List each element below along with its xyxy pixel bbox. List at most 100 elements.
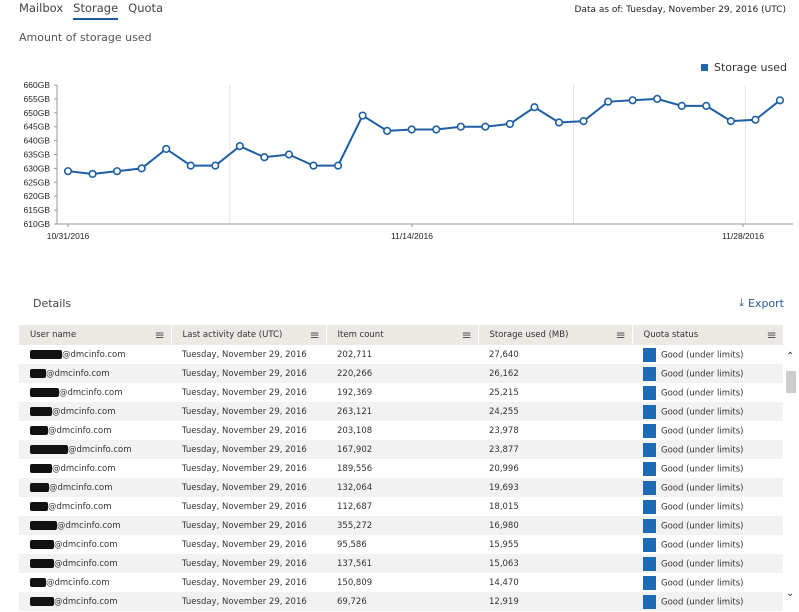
- cell-user-name: @dmcinfo.com: [19, 478, 171, 497]
- table-scrollbar[interactable]: ⌃ ⌄: [784, 345, 797, 612]
- table-row[interactable]: @dmcinfo.com Tuesday, November 29, 2016 26…: [19, 402, 783, 421]
- cell-last-activity: Tuesday, November 29, 2016: [171, 421, 326, 440]
- table-row[interactable]: @dmcinfo.com Tuesday, November 29, 2016 35…: [19, 516, 783, 535]
- tab-mailbox[interactable]: Mailbox: [19, 1, 63, 20]
- quota-status-indicator: [643, 347, 656, 362]
- cell-last-activity: Tuesday, November 29, 2016: [171, 383, 326, 402]
- chart-legend: Storage used: [701, 61, 787, 74]
- table-row[interactable]: @dmcinfo.com Tuesday, November 29, 2016 95…: [19, 535, 783, 554]
- scroll-down-icon[interactable]: ⌄: [786, 588, 794, 599]
- data-point: [677, 101, 686, 110]
- cell-user-name: @dmcinfo.com: [19, 421, 171, 440]
- tab-storage[interactable]: Storage: [73, 1, 119, 20]
- column-menu-icon[interactable]: ≡: [615, 328, 625, 342]
- cell-storage-used: 27,640: [478, 345, 632, 364]
- quota-status-label: Good (under limits): [661, 483, 744, 493]
- column-header-user-name[interactable]: User name ≡: [19, 325, 172, 345]
- table-row[interactable]: @dmcinfo.com Tuesday, November 29, 2016 13…: [19, 478, 783, 497]
- table-row[interactable]: @dmcinfo.com Tuesday, November 29, 2016 11…: [19, 497, 783, 516]
- cell-item-count: 137,561: [326, 554, 478, 573]
- data-point: [309, 161, 318, 170]
- cell-storage-used: 19,693: [478, 478, 632, 497]
- quota-status-indicator: [643, 518, 656, 533]
- export-button[interactable]: ⤓ Export: [739, 296, 784, 310]
- redacted-username: [30, 444, 68, 454]
- x-tick-label: 10/31/2016: [47, 231, 90, 241]
- column-label: User name: [30, 330, 77, 340]
- column-menu-icon[interactable]: ≡: [309, 328, 319, 342]
- table-header-row: User name ≡ Last activity date (UTC) ≡ Ite…: [19, 325, 784, 345]
- data-point: [481, 122, 490, 131]
- cell-storage-used: 23,978: [478, 421, 632, 440]
- cell-item-count: 95,586: [326, 535, 478, 554]
- table-row[interactable]: @dmcinfo.com Tuesday, November 29, 2016 20…: [19, 345, 783, 364]
- cell-user-name: @dmcinfo.com: [19, 554, 171, 573]
- redacted-username: [30, 577, 46, 587]
- cell-last-activity: Tuesday, November 29, 2016: [171, 592, 326, 611]
- cell-storage-used: 23,877: [478, 440, 632, 459]
- redacted-username: [30, 482, 49, 492]
- tab-quota[interactable]: Quota: [128, 1, 163, 20]
- cell-item-count: 263,121: [326, 402, 478, 421]
- cell-quota-status: Good (under limits): [632, 402, 783, 421]
- cell-user-name: @dmcinfo.com: [19, 535, 171, 554]
- scrollbar-thumb[interactable]: [786, 371, 796, 393]
- cell-user-name: @dmcinfo.com: [19, 573, 171, 592]
- cell-last-activity: Tuesday, November 29, 2016: [171, 516, 326, 535]
- table-row[interactable]: @dmcinfo.com Tuesday, November 29, 2016 15…: [19, 573, 783, 592]
- redacted-username: [30, 501, 48, 511]
- cell-quota-status: Good (under limits): [632, 345, 783, 364]
- table-row[interactable]: @dmcinfo.com Tuesday, November 29, 2016 16…: [19, 440, 783, 459]
- user-domain: @dmcinfo.com: [48, 425, 112, 436]
- cell-storage-used: 24,255: [478, 402, 632, 421]
- table-row[interactable]: @dmcinfo.com Tuesday, November 29, 2016 22…: [19, 364, 783, 383]
- table-row[interactable]: @dmcinfo.com Tuesday, November 29, 2016 19…: [19, 383, 783, 402]
- cell-quota-status: Good (under limits): [632, 421, 783, 440]
- table-row[interactable]: @dmcinfo.com Tuesday, November 29, 2016 69…: [19, 592, 783, 611]
- redacted-username: [30, 349, 62, 359]
- quota-status-indicator: [643, 575, 656, 590]
- data-point: [653, 94, 662, 104]
- cell-quota-status: Good (under limits): [632, 440, 783, 459]
- legend-label: Storage used: [714, 61, 787, 74]
- y-tick-label: 610GB: [24, 219, 51, 229]
- table-row[interactable]: @dmcinfo.com Tuesday, November 29, 2016 18…: [19, 459, 783, 478]
- data-point: [211, 161, 220, 170]
- column-menu-icon[interactable]: ≡: [461, 328, 471, 342]
- column-menu-icon[interactable]: ≡: [766, 328, 776, 342]
- column-header-item-count[interactable]: Item count ≡: [326, 325, 479, 345]
- cell-storage-used: 14,470: [478, 573, 632, 592]
- cell-last-activity: Tuesday, November 29, 2016: [171, 364, 326, 383]
- data-point: [162, 144, 171, 154]
- quota-status-label: Good (under limits): [661, 521, 744, 531]
- table-row[interactable]: @dmcinfo.com Tuesday, November 29, 2016 20…: [19, 421, 783, 440]
- user-domain: @dmcinfo.com: [49, 482, 113, 493]
- cell-quota-status: Good (under limits): [632, 459, 783, 478]
- user-domain: @dmcinfo.com: [57, 520, 121, 531]
- column-header-quota-status[interactable]: Quota status ≡: [632, 325, 784, 345]
- storage-line-chart: 610GB 615GB 620GB 625GB 630GB 635GB 640GB 645GB…: [24, 80, 793, 241]
- cell-last-activity: Tuesday, November 29, 2016: [171, 345, 326, 364]
- quota-status-indicator: [643, 404, 656, 419]
- scroll-up-icon[interactable]: ⌃: [786, 351, 794, 362]
- data-point: [505, 119, 515, 129]
- user-domain: @dmcinfo.com: [68, 444, 132, 455]
- column-header-last-activity[interactable]: Last activity date (UTC) ≡: [171, 325, 327, 345]
- data-point: [260, 153, 269, 162]
- quota-status-indicator: [643, 556, 656, 571]
- x-tick-label: 11/14/2016: [391, 231, 433, 241]
- cell-quota-status: Good (under limits): [632, 478, 783, 497]
- column-menu-icon[interactable]: ≡: [154, 328, 164, 342]
- user-domain: @dmcinfo.com: [54, 596, 118, 607]
- user-domain: @dmcinfo.com: [54, 539, 118, 550]
- cell-quota-status: Good (under limits): [632, 554, 783, 573]
- column-header-storage-used[interactable]: Storage used (MB) ≡: [478, 325, 633, 345]
- quota-status-label: Good (under limits): [661, 445, 744, 455]
- table-row[interactable]: @dmcinfo.com Tuesday, November 29, 2016 13…: [19, 554, 783, 573]
- quota-status-label: Good (under limits): [661, 540, 744, 550]
- data-point: [383, 126, 392, 135]
- quota-status-label: Good (under limits): [661, 578, 744, 588]
- column-label: Last activity date (UTC): [182, 330, 283, 340]
- cell-item-count: 189,556: [326, 459, 478, 478]
- cell-last-activity: Tuesday, November 29, 2016: [171, 478, 326, 497]
